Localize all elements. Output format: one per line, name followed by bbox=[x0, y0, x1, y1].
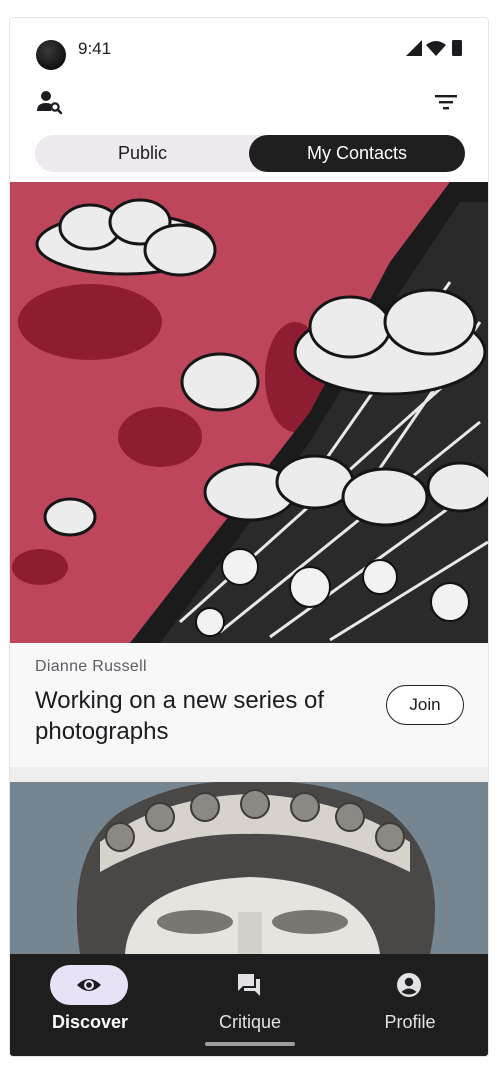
eye-icon bbox=[77, 979, 101, 991]
card-divider bbox=[10, 767, 488, 782]
person-search-icon[interactable] bbox=[32, 84, 68, 120]
nav-label-profile: Profile bbox=[384, 1012, 436, 1032]
segment-my-contacts[interactable]: My Contacts bbox=[249, 135, 465, 172]
audience-segmented-control: Public My Contacts bbox=[35, 135, 465, 172]
top-app-bar bbox=[10, 84, 488, 120]
nav-item-profile[interactable]: Profile bbox=[330, 954, 488, 1056]
battery-icon bbox=[452, 40, 462, 56]
status-icons bbox=[406, 40, 462, 56]
post-card-info: Dianne Russell Working on a new series o… bbox=[10, 643, 488, 767]
chat-icon bbox=[238, 974, 260, 996]
signal-icon bbox=[406, 40, 422, 56]
nav-label-discover: Discover bbox=[51, 1012, 129, 1032]
camera-cutout bbox=[36, 40, 66, 70]
street-art-mural-photo[interactable] bbox=[10, 182, 489, 643]
filter-icon[interactable] bbox=[428, 84, 464, 120]
feed-list[interactable]: Dianne Russell Working on a new series o… bbox=[10, 182, 489, 954]
segment-public[interactable]: Public bbox=[35, 135, 250, 172]
post-author: Dianne Russell bbox=[35, 658, 147, 675]
status-bar: 9:41 bbox=[10, 18, 488, 80]
account-circle-icon bbox=[397, 973, 421, 997]
home-indicator[interactable] bbox=[205, 1042, 295, 1046]
nav-label-critique: Critique bbox=[218, 1012, 282, 1032]
nav-item-discover[interactable]: Discover bbox=[10, 954, 170, 1056]
marble-statue-photo[interactable] bbox=[10, 782, 489, 954]
nav-icon-container bbox=[210, 965, 288, 1005]
join-button[interactable]: Join bbox=[386, 685, 464, 725]
nav-active-indicator bbox=[50, 965, 128, 1005]
nav-icon-container bbox=[370, 965, 448, 1005]
phone-screen: 9:41 Public My Contacts Dianne Russell W… bbox=[9, 17, 489, 1057]
bottom-navigation: Discover Critique Profile bbox=[10, 954, 488, 1056]
wifi-icon bbox=[426, 41, 446, 56]
status-time: 9:41 bbox=[78, 39, 112, 58]
post-title: Working on a new series of photographs bbox=[35, 687, 325, 745]
